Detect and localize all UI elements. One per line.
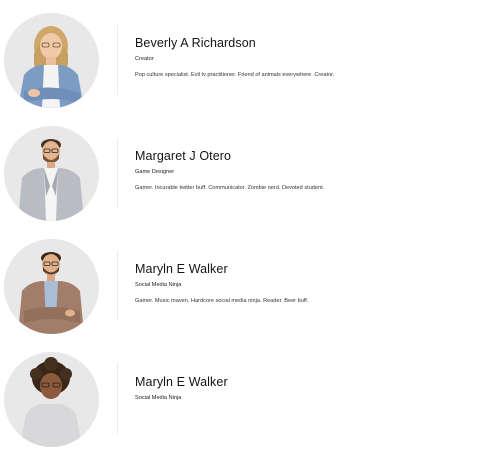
member-bio: Gamer. Music maven. Hardcore social medi…: [135, 298, 309, 304]
member-bio: Gamer. Incurable twitter buff. Communica…: [135, 185, 325, 191]
member-bio: Pop culture specialist. Evil tv practiti…: [135, 72, 335, 78]
divider: [117, 138, 118, 208]
woman-portrait-icon: [4, 13, 99, 108]
man-portrait-icon: [4, 239, 99, 334]
member-role: Creator: [135, 56, 154, 62]
avatar: [4, 13, 99, 108]
avatar: [4, 352, 99, 447]
avatar: [4, 239, 99, 334]
member-name: Maryln E Walker: [135, 262, 228, 276]
member-name: Margaret J Otero: [135, 149, 232, 163]
avatar: [4, 126, 99, 221]
member-role: Social Media Ninja: [135, 282, 182, 288]
team-member-card: Beverly A Richardson Creator Pop culture…: [0, 0, 480, 113]
man-portrait-icon: [4, 126, 99, 221]
divider: [117, 251, 118, 321]
member-role: Game Designer: [135, 169, 175, 175]
member-name: Maryln E Walker: [135, 375, 228, 389]
divider: [117, 25, 118, 95]
team-member-card: Margaret J Otero Game Designer Gamer. In…: [0, 113, 480, 226]
man-portrait-icon: [4, 352, 99, 447]
member-name: Beverly A Richardson: [135, 36, 256, 50]
divider: [117, 364, 118, 434]
team-member-card: Maryln E Walker Social Media Ninja: [0, 339, 480, 452]
team-member-card: Maryln E Walker Social Media Ninja Gamer…: [0, 226, 480, 339]
member-role: Social Media Ninja: [135, 395, 182, 401]
